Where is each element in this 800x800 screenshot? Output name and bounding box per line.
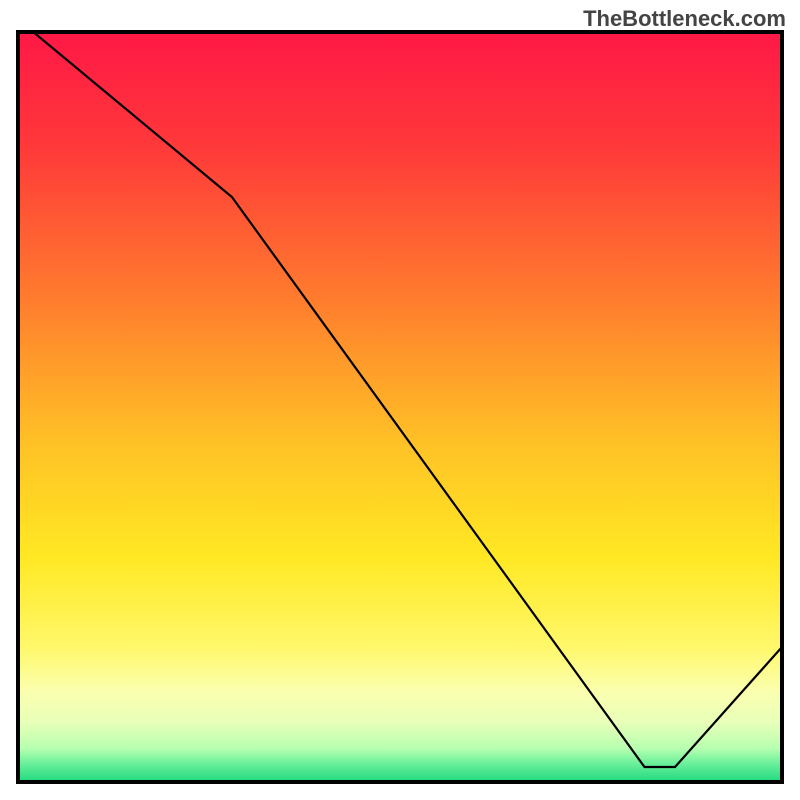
chart-svg — [0, 0, 800, 800]
plot-background — [18, 32, 782, 782]
watermark-text: TheBottleneck.com — [583, 6, 786, 32]
chart-container: TheBottleneck.com — [0, 0, 800, 800]
